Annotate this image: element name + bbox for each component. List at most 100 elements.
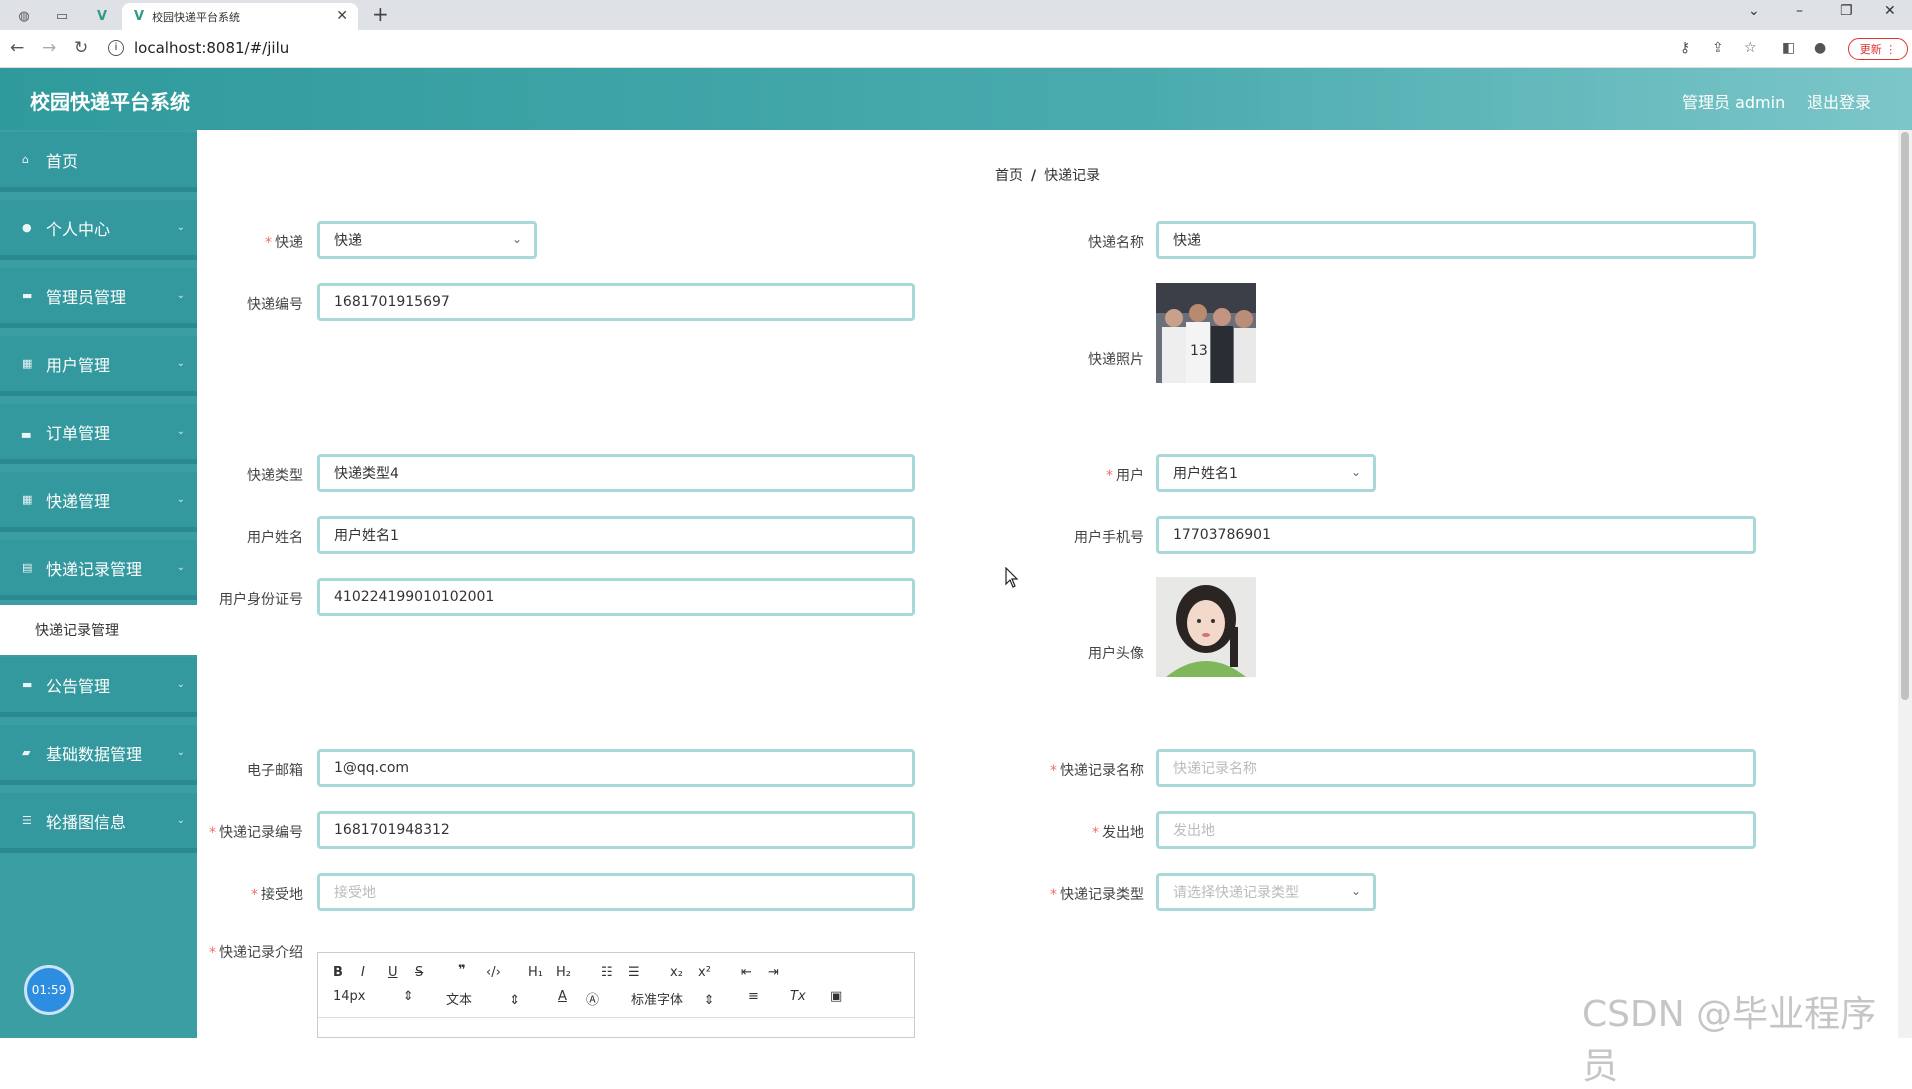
quote-icon[interactable]: ❞ — [458, 963, 466, 978]
sidebar-item-label: 公告管理 — [46, 676, 111, 696]
reload-icon[interactable]: ↻ — [74, 38, 88, 58]
indent-icon[interactable]: ⇥ — [768, 965, 779, 980]
scrollbar-thumb[interactable] — [1901, 132, 1909, 700]
font-color-icon[interactable]: A — [558, 989, 567, 1004]
update-button[interactable]: 更新 ⋮ — [1848, 38, 1908, 60]
express-photo[interactable]: 13 — [1156, 283, 1256, 383]
clock-widget[interactable]: 01:59 — [24, 965, 74, 1015]
chevron-down-icon: ⌄ — [1350, 884, 1361, 898]
info-icon[interactable]: i — [108, 40, 124, 56]
breadcrumb-current: 快递记录 — [1044, 168, 1101, 184]
forward-icon[interactable]: → — [42, 38, 56, 58]
express-name-label: 快递名称 — [1088, 235, 1144, 251]
code-icon[interactable]: ‹/› — [486, 965, 501, 980]
sidebar-item-admins[interactable]: ▬ 管理员管理 ⌄ — [0, 268, 197, 328]
italic-icon[interactable]: I — [361, 965, 365, 980]
back-icon[interactable]: ← — [10, 38, 24, 58]
sidebar-item-label: 个人中心 — [46, 219, 111, 239]
active-tab[interactable]: V 校园快递平台系统 ✕ — [122, 3, 358, 30]
outdent-icon[interactable]: ⇤ — [741, 965, 752, 980]
subscript-icon[interactable]: x₂ — [670, 965, 683, 980]
vue-tab-icon[interactable]: V — [88, 5, 116, 27]
rich-text-editor[interactable]: B I U S ❞ ‹/› H₁ H₂ ☷ ☰ x₂ x² ⇤ ⇥ 14px ⇕… — [317, 952, 915, 1038]
sidebar-item-users[interactable]: ▦ 用户管理 ⌄ — [0, 336, 197, 396]
minimize-icon[interactable]: – — [1796, 3, 1803, 19]
close-tab-icon[interactable]: ✕ — [336, 8, 348, 24]
sidebar-item-express[interactable]: ▦ 快递管理 ⌄ — [0, 472, 197, 532]
sliders-icon: ☰ — [22, 814, 32, 827]
chevron-down-icon: ⌄ — [176, 426, 185, 437]
email-input[interactable]: 1@qq.com — [317, 749, 915, 787]
user-id-input[interactable]: 410224199010102001 — [317, 578, 915, 616]
express-type-label: 快递类型 — [247, 468, 303, 484]
dest-label: * 接受地 — [251, 887, 303, 903]
origin-input[interactable]: 发出地 — [1156, 811, 1756, 849]
record-type-select[interactable]: 请选择快递记录类型 ⌄ — [1156, 873, 1376, 911]
user-name-input[interactable]: 用户姓名1 — [317, 516, 915, 554]
font-family-select[interactable]: 标准字体 ⇕ — [631, 989, 715, 1008]
text-style-select[interactable]: 文本 ⇕ — [446, 989, 520, 1008]
express-select[interactable]: 快递 ⌄ — [317, 221, 537, 259]
ordered-list-icon[interactable]: ☷ — [601, 965, 613, 980]
bg-color-icon[interactable]: Ⓐ — [586, 989, 599, 1008]
sidebar-item-carousel[interactable]: ☰ 轮播图信息 ⌄ — [0, 793, 197, 853]
logout-link[interactable]: 退出登录 — [1807, 89, 1871, 113]
sidebar-item-profile[interactable]: ● 个人中心 ⌄ — [0, 200, 197, 260]
superscript-icon[interactable]: x² — [698, 965, 711, 980]
url-field[interactable]: i localhost:8081/#/jilu — [108, 34, 1828, 62]
express-type-input[interactable]: 快递类型4 — [317, 454, 915, 492]
profile-icon[interactable]: ● — [1814, 40, 1826, 56]
express-no-label: 快递编号 — [247, 297, 303, 313]
chevron-down-icon: ⌄ — [511, 232, 522, 246]
breadcrumb-home[interactable]: 首页 — [995, 168, 1023, 184]
sidebar: ⌂ 首页 ● 个人中心 ⌄ ▬ 管理员管理 ⌄ ▦ 用户管理 ⌄ ▃ 订单管理 … — [0, 130, 197, 1038]
sidebar-item-label: 快递记录管理 — [46, 559, 143, 579]
submenu-express-records[interactable]: 快递记录管理 — [0, 605, 197, 655]
sidebar-item-orders[interactable]: ▃ 订单管理 ⌄ — [0, 404, 197, 464]
sidebar-item-notices[interactable]: ▬ 公告管理 ⌄ — [0, 657, 197, 717]
update-label: 更新 — [1859, 43, 1882, 56]
sidebar-item-express-records[interactable]: ▤ 快递记录管理 ⌄ — [0, 540, 197, 600]
font-size-select[interactable]: 14px ⇕ — [333, 989, 414, 1004]
user-phone-label: 用户手机号 — [1074, 530, 1144, 546]
blank-tab-icon[interactable]: ▭ — [48, 5, 76, 27]
sidepanel-icon[interactable]: ◧ — [1782, 40, 1795, 56]
sidebar-item-base-data[interactable]: ▰ 基础数据管理 ⌄ — [0, 725, 197, 785]
express-no-input[interactable]: 1681701915697 — [317, 283, 915, 321]
mouse-cursor-icon — [1005, 567, 1019, 588]
star-icon[interactable]: ☆ — [1744, 40, 1757, 56]
bullet-list-icon[interactable]: ☰ — [628, 965, 640, 980]
image-icon[interactable]: ▣ — [830, 989, 842, 1004]
dest-input[interactable]: 接受地 — [317, 873, 915, 911]
h1-icon[interactable]: H₁ — [528, 965, 543, 980]
intro-label: * 快递记录介绍 — [209, 945, 303, 961]
user-phone-input[interactable]: 17703786901 — [1156, 516, 1756, 554]
user-avatar[interactable] — [1156, 577, 1256, 677]
user-select[interactable]: 用户姓名1 ⌄ — [1156, 454, 1376, 492]
sidebar-item-label: 轮播图信息 — [46, 812, 127, 832]
share-icon[interactable]: ⇪ — [1712, 40, 1724, 56]
bold-icon[interactable]: B — [333, 965, 343, 980]
tab-search-icon[interactable]: ⌄ — [1748, 3, 1760, 19]
chevron-down-icon: ⌄ — [176, 747, 185, 758]
chevron-down-icon: ⌄ — [176, 679, 185, 690]
record-no-input[interactable]: 1681701948312 — [317, 811, 915, 849]
record-name-input[interactable]: 快递记录名称 — [1156, 749, 1756, 787]
close-window-icon[interactable]: ✕ — [1884, 3, 1896, 19]
h2-icon[interactable]: H₂ — [556, 965, 571, 980]
globe-icon[interactable]: ◍ — [10, 5, 38, 27]
record-type-placeholder: 请选择快递记录类型 — [1173, 885, 1299, 901]
strike-icon[interactable]: S — [415, 965, 423, 980]
key-icon[interactable]: ⚷ — [1680, 40, 1690, 56]
sidebar-item-label: 用户管理 — [46, 355, 111, 375]
underline-icon[interactable]: U — [388, 965, 398, 980]
clear-format-icon[interactable]: Tx — [790, 989, 806, 1004]
sidebar-item-label: 管理员管理 — [46, 287, 127, 307]
sidebar-item-label: 基础数据管理 — [46, 744, 143, 764]
express-name-input[interactable]: 快递 — [1156, 221, 1756, 259]
express-photo-label: 快递照片 — [1088, 352, 1144, 368]
new-tab-button[interactable]: + — [372, 2, 389, 26]
align-icon[interactable]: ≡ — [748, 989, 759, 1004]
sidebar-item-home[interactable]: ⌂ 首页 — [0, 132, 197, 192]
restore-icon[interactable]: ❐ — [1840, 3, 1853, 19]
